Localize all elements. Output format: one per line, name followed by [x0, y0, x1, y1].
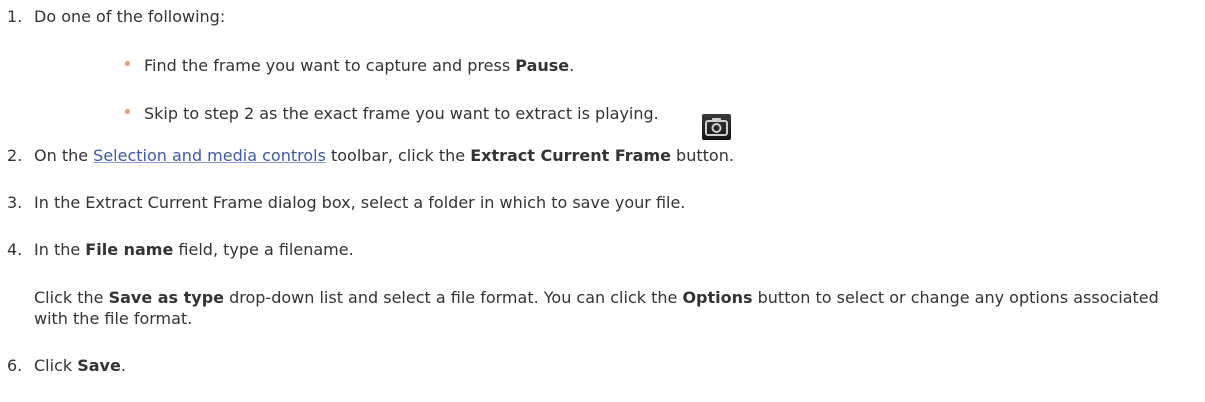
bullet-item-skip: Skip to step 2 as the exact frame you wa… — [125, 103, 659, 124]
step-1: 1. Do one of the following: — [7, 6, 1195, 27]
step-bold-text: Save — [77, 356, 121, 375]
step-number: 3. — [7, 193, 23, 212]
step-number: 1. — [7, 7, 23, 26]
bullet-text: Find the frame you want to capture and p… — [144, 56, 516, 75]
selection-media-controls-link[interactable]: Selection and media controls — [93, 146, 326, 165]
step-bold-text: File name — [85, 240, 174, 259]
step-text-end: field, type a filename. — [173, 240, 354, 259]
step-text: In the — [34, 240, 86, 259]
step-text: In the Extract Current Frame dialog box,… — [34, 193, 686, 212]
step-text: Click the — [34, 288, 109, 307]
bullet-text-end: . — [569, 56, 575, 75]
step-6: 6. Click Save. — [7, 355, 1195, 376]
bullet-icon — [125, 61, 130, 66]
step-text: Do one of the following: — [34, 7, 226, 26]
step-number: 4. — [7, 240, 23, 259]
step-bold-text: Save as type — [108, 288, 225, 307]
step-text-mid: toolbar, click the — [325, 146, 471, 165]
step-number: 2. — [7, 146, 23, 165]
step-3: 3. In the Extract Current Frame dialog bo… — [7, 192, 1195, 213]
step-text-end: . — [120, 356, 126, 375]
step-number: 5. — [7, 287, 34, 308]
help-document: 1. Do one of the following: Find the fram… — [0, 0, 1205, 402]
step-text: On the — [34, 146, 94, 165]
bullet-bold-text: Pause — [515, 56, 570, 75]
step-text-mid: drop-down list and select a file format.… — [224, 288, 683, 307]
step-5: 5.Click the Save as type drop-down list … — [7, 287, 1192, 329]
step-2: 2. On the Selection and media controls to… — [7, 145, 1195, 166]
camera-icon — [705, 118, 728, 136]
extract-current-frame-button[interactable] — [702, 114, 731, 140]
step-bold-text-2: Options — [682, 288, 753, 307]
step-4: 4. In the File name field, type a filenam… — [7, 239, 1195, 260]
step-text: Click — [34, 356, 78, 375]
step-bold-text: Extract Current Frame — [470, 146, 671, 165]
bullet-text: Skip to step 2 as the exact frame you wa… — [144, 104, 659, 123]
step-number: 6. — [7, 356, 23, 375]
step-text-end: button. — [670, 146, 734, 165]
bullet-icon — [125, 109, 130, 114]
bullet-item-pause: Find the frame you want to capture and p… — [125, 55, 574, 76]
